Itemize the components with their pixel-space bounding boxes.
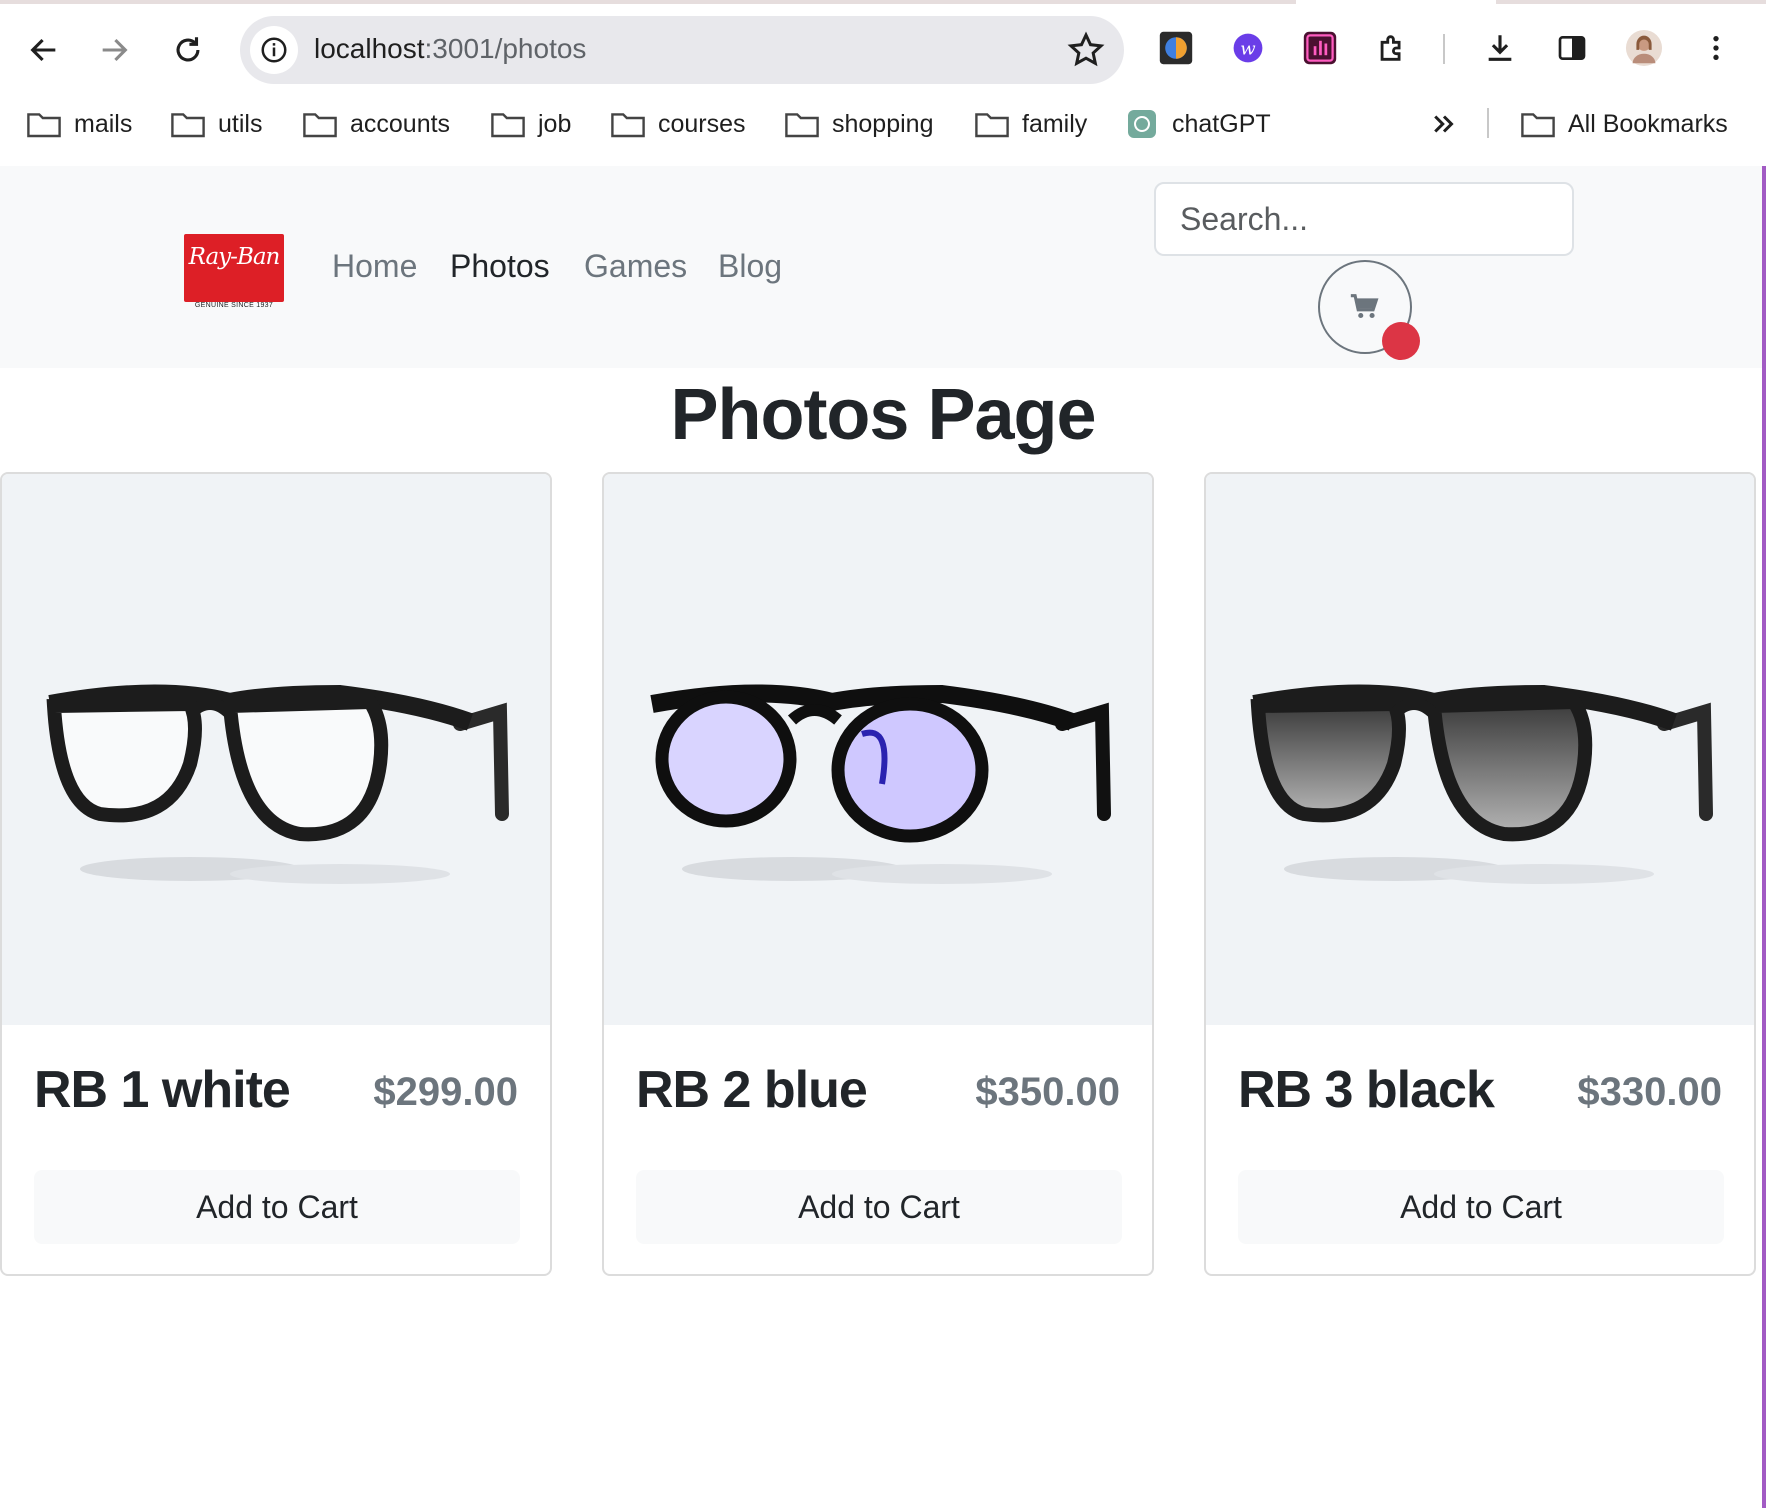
product-image xyxy=(2,474,550,1025)
product-card: RB 3 black $330.00 Add to Cart xyxy=(1204,472,1756,1276)
profile-avatar[interactable] xyxy=(1624,28,1664,68)
folder-icon xyxy=(303,113,337,138)
bookmark-star-icon[interactable] xyxy=(1066,30,1106,70)
bookmark-label: accounts xyxy=(350,109,451,138)
glasses-image xyxy=(46,684,509,884)
extension-brain-icon[interactable] xyxy=(1156,28,1196,68)
cart-badge xyxy=(1382,322,1420,360)
bookmark-folder[interactable]: accounts xyxy=(302,98,450,150)
url-path: :3001/photos xyxy=(424,33,587,64)
add-to-cart-button[interactable]: Add to Cart xyxy=(1238,1170,1724,1244)
bookmark-label: utils xyxy=(218,109,263,138)
toolbar-separator xyxy=(1443,34,1445,64)
folder-icon xyxy=(491,113,525,138)
chatgpt-icon xyxy=(1128,110,1156,138)
folder-icon xyxy=(785,113,819,138)
url-text[interactable]: localhost:3001/photos xyxy=(314,33,586,65)
product-price: $330.00 xyxy=(1577,1070,1722,1114)
bookmark-folder[interactable]: mails xyxy=(26,98,132,150)
extension-chart-icon[interactable] xyxy=(1300,28,1340,68)
glasses-image xyxy=(1250,684,1713,884)
browser-toolbar: localhost:3001/photos w mails utils acco… xyxy=(0,0,1766,167)
reload-button[interactable] xyxy=(160,22,216,78)
more-bookmarks-button[interactable] xyxy=(1426,98,1462,150)
site-info-icon[interactable] xyxy=(250,26,298,74)
bookmark-chatgpt[interactable]: chatGPT xyxy=(1124,98,1271,150)
folder-icon xyxy=(1521,113,1555,138)
add-to-cart-button[interactable]: Add to Cart xyxy=(34,1170,520,1244)
product-name: RB 3 black xyxy=(1238,1061,1495,1119)
product-image xyxy=(604,474,1152,1025)
nav-link-blog[interactable]: Blog xyxy=(718,248,782,285)
folder-icon xyxy=(975,113,1009,138)
folder-icon xyxy=(27,113,61,138)
svg-text:w: w xyxy=(1240,38,1256,59)
window-edge xyxy=(1762,166,1766,1508)
bookmark-folder[interactable]: utils xyxy=(170,98,262,150)
product-image xyxy=(1206,474,1754,1025)
brand-logo[interactable]: Ray-Ban GENUINE SINCE 1937 xyxy=(184,234,284,309)
folder-icon xyxy=(611,113,645,138)
tab-strip xyxy=(0,0,1766,4)
side-panel-icon[interactable] xyxy=(1552,28,1592,68)
bookmark-label: mails xyxy=(74,109,133,138)
bookmark-folder[interactable]: courses xyxy=(610,98,746,150)
add-to-cart-button[interactable]: Add to Cart xyxy=(636,1170,1122,1244)
extensions-puzzle-icon[interactable] xyxy=(1372,28,1412,68)
bookmarks-bar: mails utils accounts job courses shoppin… xyxy=(0,98,1766,150)
logo-text: Ray-Ban xyxy=(188,244,281,270)
url-host: localhost xyxy=(314,33,425,64)
nav-link-games[interactable]: Games xyxy=(584,248,687,285)
product-name: RB 1 white xyxy=(34,1061,291,1119)
back-button[interactable] xyxy=(16,22,72,78)
address-bar[interactable]: localhost:3001/photos xyxy=(240,16,1124,84)
bookmark-label: job xyxy=(538,109,572,138)
bookmark-folder[interactable]: family xyxy=(974,98,1087,150)
folder-icon xyxy=(171,113,205,138)
cart-icon xyxy=(1350,294,1379,319)
bookmark-label: courses xyxy=(658,109,746,138)
page-title: Photos Page xyxy=(670,375,1096,455)
bookmark-label: chatGPT xyxy=(1172,109,1271,138)
bookmarks-separator xyxy=(1487,108,1489,138)
chevron-double-right-icon xyxy=(1434,115,1454,133)
bookmark-label: shopping xyxy=(832,109,934,138)
download-icon[interactable] xyxy=(1480,28,1520,68)
product-card: RB 2 blue $350.00 Add to Cart xyxy=(602,472,1154,1276)
extension-w-icon[interactable]: w xyxy=(1228,28,1268,68)
arrow-left-icon xyxy=(30,38,56,62)
all-bookmarks-folder[interactable]: All Bookmarks xyxy=(1520,98,1728,150)
product-name: RB 2 blue xyxy=(636,1061,868,1119)
nav-link-photos[interactable]: Photos xyxy=(450,248,550,285)
bookmark-label: All Bookmarks xyxy=(1568,109,1728,138)
bookmark-label: family xyxy=(1022,109,1088,138)
product-price: $299.00 xyxy=(373,1070,518,1114)
forward-button[interactable] xyxy=(86,22,142,78)
nav-link-home[interactable]: Home xyxy=(332,248,417,285)
bookmark-folder[interactable]: job xyxy=(490,98,571,150)
reload-icon xyxy=(176,37,200,62)
search-input[interactable] xyxy=(1154,182,1574,256)
logo-subtext: GENUINE SINCE 1937 xyxy=(194,302,274,309)
glasses-image xyxy=(650,684,1111,884)
product-price: $350.00 xyxy=(975,1070,1120,1114)
browser-menu-icon[interactable] xyxy=(1696,28,1736,68)
product-card: RB 1 white $299.00 Add to Cart xyxy=(0,472,552,1276)
bookmark-folder[interactable]: shopping xyxy=(784,98,933,150)
arrow-right-icon xyxy=(102,38,128,62)
